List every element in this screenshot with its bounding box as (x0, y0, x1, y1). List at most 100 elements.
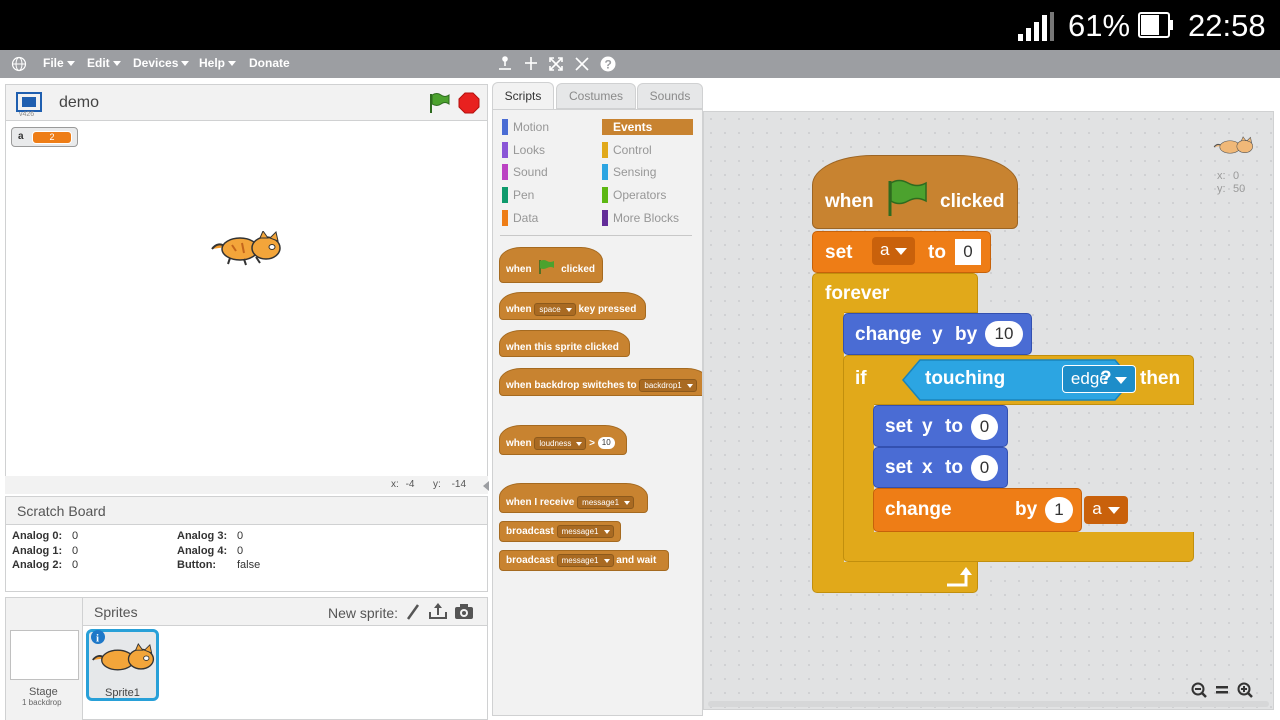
script-text: y (922, 416, 933, 437)
category-label: Control (613, 143, 652, 157)
project-title[interactable]: demo (59, 94, 99, 112)
paint-brush-icon[interactable] (406, 604, 420, 620)
tab-scripts[interactable]: Scripts (492, 82, 554, 110)
number-input[interactable]: 10 (597, 437, 615, 450)
block-when-key-pressed[interactable]: when space key pressed (499, 292, 646, 320)
var-dropdown[interactable]: a (872, 237, 916, 265)
mouse-y-text: y: -14 (433, 479, 466, 490)
menu-edit-label: Edit (87, 56, 110, 70)
duplicate-stamp-icon[interactable] (499, 56, 511, 70)
menu-donate[interactable]: Donate (249, 56, 290, 70)
category-pen[interactable]: Pen (502, 187, 534, 203)
sprite1-thumbnail[interactable]: i Sprite1 (86, 629, 159, 701)
menu-edit[interactable]: Edit (87, 56, 121, 70)
block-broadcast-and-wait[interactable]: broadcast message1 and wait (499, 550, 669, 571)
zoom-out-icon[interactable] (1191, 682, 1207, 698)
tab-costumes[interactable]: Costumes (556, 83, 636, 109)
zoom-reset-icon[interactable] (1216, 686, 1228, 694)
category-sensing[interactable]: Sensing (602, 164, 656, 180)
script-text: set (885, 457, 913, 478)
block-when-backdrop-switches[interactable]: when backdrop switches to backdrop1 (499, 368, 702, 396)
category-more-blocks[interactable]: More Blocks (602, 210, 679, 226)
message-dropdown[interactable]: message1 (556, 553, 614, 567)
message-dropdown[interactable]: message1 (556, 524, 614, 538)
key-dropdown[interactable]: space (534, 302, 576, 316)
board-value: 0 (72, 544, 79, 557)
category-sound[interactable]: Sound (502, 164, 548, 180)
script-text: to (945, 416, 963, 437)
script-text: by (955, 324, 978, 345)
collapse-arrow-icon[interactable] (482, 480, 490, 492)
category-operators[interactable]: Operators (602, 187, 666, 203)
message-dropdown[interactable]: message1 (577, 495, 635, 509)
current-sprite-thumbnail (1213, 136, 1254, 154)
forever-arm (812, 310, 844, 572)
board-row: Analog 2: 0 (12, 558, 78, 573)
horizontal-scrollbar[interactable] (708, 701, 1269, 707)
zoom-in-icon[interactable] (1237, 682, 1253, 698)
block-when-sprite-clicked[interactable]: when this sprite clicked (499, 330, 630, 357)
var-dropdown[interactable]: a (1084, 496, 1128, 524)
board-value: 0 (72, 559, 79, 571)
category-swatch (602, 187, 608, 203)
change-y-input[interactable]: 10 (985, 321, 1023, 347)
category-label: Motion (513, 120, 550, 134)
scratch-board-panel: Scratch Board Analog 0: 0 Analog 1: 0 Anal… (5, 496, 488, 592)
category-looks[interactable]: Looks (502, 142, 545, 158)
board-row: Analog 4: 0 (177, 544, 260, 559)
block-broadcast[interactable]: broadcast message1 (499, 521, 621, 542)
menu-help[interactable]: Help (199, 56, 237, 70)
block-text: when (506, 264, 532, 275)
shrink-icon[interactable] (575, 57, 589, 71)
grow-icon[interactable] (549, 57, 563, 71)
camera-icon[interactable] (455, 604, 473, 619)
touching-dropdown[interactable]: edge (1061, 365, 1136, 393)
editor-tabs: Scripts Costumes Sounds (492, 82, 1274, 110)
category-motion[interactable]: Motion (502, 119, 549, 135)
menu-file[interactable]: File (43, 56, 75, 70)
green-flag-icon[interactable] (428, 92, 450, 114)
loop-arrow-icon (947, 567, 972, 587)
board-value: 0 (237, 544, 244, 557)
block-when-i-receive[interactable]: when I receive message1 (499, 483, 648, 513)
script-text: when (825, 191, 874, 212)
presentation-mode-icon[interactable] (16, 92, 42, 112)
block-when-loudness-gt[interactable]: when loudness > 10 (499, 425, 627, 455)
tab-sounds[interactable]: Sounds (637, 83, 703, 109)
script-green-flag-icon (888, 179, 927, 216)
script-text: ? (1100, 368, 1112, 389)
stage-label: Stage (29, 686, 58, 698)
backdrop-dropdown[interactable]: backdrop1 (639, 378, 697, 392)
category-data[interactable]: Data (502, 210, 538, 226)
sprite-x-value: 0 (1233, 170, 1240, 182)
cat-sprite[interactable] (210, 231, 284, 267)
menu-devices[interactable]: Devices (133, 56, 190, 70)
delete-cut-icon[interactable] (525, 57, 537, 70)
set-value-input[interactable]: 0 (955, 239, 981, 265)
variable-monitor[interactable]: a 2 (11, 127, 78, 147)
change-var-input[interactable]: 1 (1045, 497, 1073, 523)
globe-icon[interactable] (11, 56, 27, 72)
set-y-input[interactable]: 0 (971, 414, 998, 440)
block-text: broadcast (506, 555, 554, 566)
set-x-input[interactable]: 0 (971, 455, 998, 481)
help-icon[interactable]: ? (600, 56, 616, 72)
category-control[interactable]: Control (602, 142, 652, 158)
upload-icon[interactable] (429, 603, 447, 619)
category-label: More Blocks (613, 211, 680, 225)
category-label: Operators (613, 188, 667, 202)
block-text: and wait (616, 555, 657, 566)
script-text: if (855, 368, 867, 389)
menu-devices-label: Devices (133, 56, 179, 70)
board-label: Analog 1: (12, 544, 63, 557)
category-swatch (502, 164, 508, 180)
stage-thumbnail[interactable] (10, 630, 79, 680)
sensor-dropdown[interactable]: loudness (534, 436, 587, 450)
sprites-panel: Sprites New sprite: Stage 1 backdrop i S… (5, 597, 488, 720)
variable-monitor-value: 2 (32, 131, 72, 144)
category-events[interactable]: Events (602, 119, 693, 135)
block-when-flag-clicked[interactable]: when clicked (499, 247, 603, 283)
new-sprite-label: New sprite: (328, 605, 399, 621)
block-text: when (506, 438, 532, 449)
stop-icon[interactable] (458, 92, 480, 114)
